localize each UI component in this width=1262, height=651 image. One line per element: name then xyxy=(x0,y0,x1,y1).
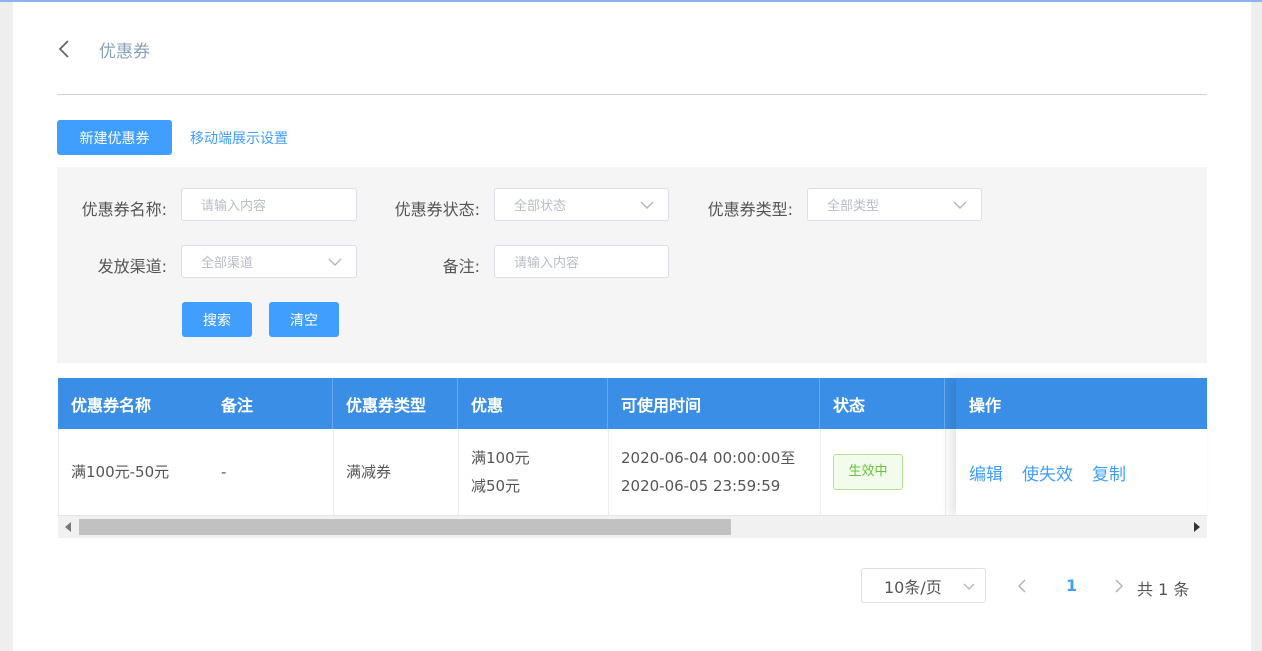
cell-discount: 满100元 减50元 xyxy=(459,429,609,515)
chevron-down-icon xyxy=(963,583,975,590)
discount-line2: 减50元 xyxy=(471,477,521,495)
cell-coupon-name: 满100元-50元 xyxy=(71,463,170,481)
coupon-status-select[interactable]: 全部状态 xyxy=(494,188,669,221)
col-coupon-name: 优惠券名称 xyxy=(71,395,152,415)
col-discount: 优惠 xyxy=(458,378,608,429)
invalidate-link[interactable]: 使失效 xyxy=(1022,460,1073,485)
filter-panel: 优惠券名称: 请输入内容 优惠券状态: 全部状态 优惠券类型: 全部类型 发放渠… xyxy=(57,167,1207,363)
cell-status: 生效中 xyxy=(821,429,946,515)
remark-input[interactable]: 请输入内容 xyxy=(494,245,669,278)
cell-actions: 编辑 使失效 复制 xyxy=(956,429,1206,515)
page-size-value: 10条/页 xyxy=(884,577,942,597)
coupon-status-value: 全部状态 xyxy=(514,199,567,214)
copy-link[interactable]: 复制 xyxy=(1092,460,1126,485)
back-button[interactable] xyxy=(57,34,87,64)
cell-valid-time: 2020-06-04 00:00:00至 2020-06-05 23:59:59 xyxy=(609,429,821,515)
status-badge: 生效中 xyxy=(833,454,903,490)
clear-button[interactable]: 清空 xyxy=(269,302,339,337)
total-count: 共 1 条 xyxy=(1137,580,1190,599)
coupon-type-select[interactable]: 全部类型 xyxy=(807,188,982,221)
col-coupon-type: 优惠券类型 xyxy=(333,378,458,429)
coupon-type-value: 全部类型 xyxy=(827,199,880,214)
col-remark: 备注 xyxy=(208,378,333,429)
coupon-name-input[interactable]: 请输入内容 xyxy=(181,188,357,221)
channel-value: 全部渠道 xyxy=(201,256,254,271)
chevron-down-icon xyxy=(640,201,654,209)
coupon-name-label: 优惠券名称: xyxy=(81,200,167,219)
edit-link[interactable]: 编辑 xyxy=(969,460,1003,485)
fixed-actions-column: 操作 编辑 使失效 复制 xyxy=(956,378,1206,516)
main-panel: 优惠券 新建优惠券 移动端展示设置 优惠券名称: 请输入内容 优惠券状态: 全部… xyxy=(13,2,1251,651)
prev-page-icon[interactable] xyxy=(1017,579,1027,593)
page-title: 优惠券 xyxy=(99,41,150,62)
coupon-table: 优惠券名称 备注 优惠券类型 优惠 可使用时间 状态 满100元-50元 - 满… xyxy=(57,378,1208,538)
col-valid-time: 可使用时间 xyxy=(608,378,820,429)
valid-time-start: 2020-06-04 00:00:00至 xyxy=(621,449,796,467)
horizontal-scrollbar[interactable] xyxy=(58,515,1207,538)
coupon-status-label: 优惠券状态: xyxy=(394,200,480,219)
cell-remark: - xyxy=(209,429,334,515)
page-number-current[interactable]: 1 xyxy=(1066,576,1077,595)
divider xyxy=(57,94,1207,95)
scrollbar-thumb[interactable] xyxy=(79,519,731,535)
page-size-select[interactable]: 10条/页 xyxy=(861,568,986,603)
valid-time-end: 2020-06-05 23:59:59 xyxy=(621,477,781,495)
channel-select[interactable]: 全部渠道 xyxy=(181,245,357,278)
page-header: 优惠券 xyxy=(57,34,150,64)
cell-coupon-type: 满减券 xyxy=(334,429,459,515)
channel-label: 发放渠道: xyxy=(97,257,167,276)
remark-label: 备注: xyxy=(442,257,480,276)
coupon-type-label: 优惠券类型: xyxy=(707,200,793,219)
mobile-display-settings-link[interactable]: 移动端展示设置 xyxy=(190,128,288,148)
chevron-down-icon xyxy=(328,258,342,266)
chevron-down-icon xyxy=(953,201,967,209)
search-button[interactable]: 搜索 xyxy=(182,302,252,337)
next-page-icon[interactable] xyxy=(1114,579,1124,593)
new-coupon-button[interactable]: 新建优惠券 xyxy=(57,120,172,155)
scroll-left-arrow-icon[interactable] xyxy=(65,522,71,532)
discount-line1: 满100元 xyxy=(471,449,530,467)
chevron-left-icon xyxy=(58,40,69,58)
col-status: 状态 xyxy=(820,378,945,429)
scroll-right-arrow-icon[interactable] xyxy=(1194,522,1200,532)
col-actions: 操作 xyxy=(956,378,1206,429)
